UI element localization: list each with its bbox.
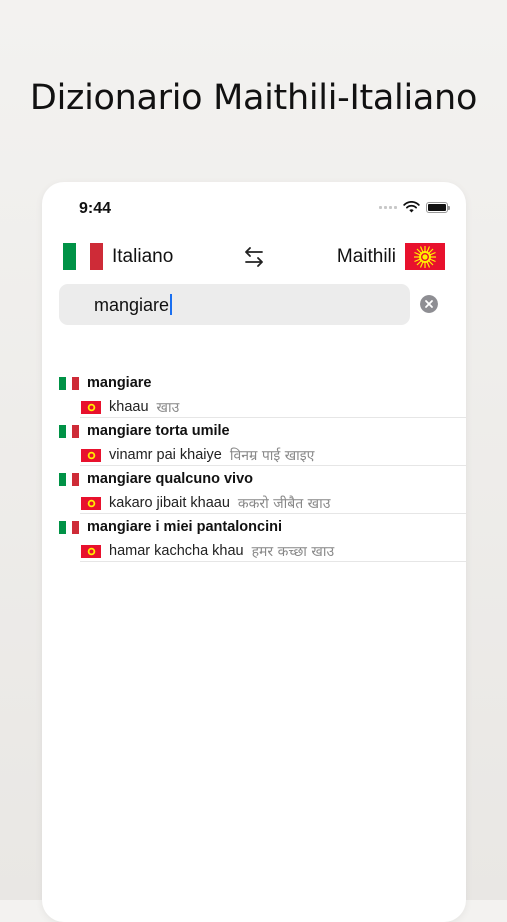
italy-flag-icon [59,520,80,534]
italy-flag-icon [59,376,80,390]
results-list: mangiare khaau खाउ mangiare torta umile … [42,370,466,562]
status-bar: 9:44 [42,182,466,232]
result-item[interactable]: mangiare torta umile vinamr pai khaiye व… [42,418,466,466]
kyrgyzstan-flag-icon [81,544,101,558]
result-native-script: विनम्र पाई खाइए [229,447,315,464]
status-icons [379,201,450,213]
language-selector: Italiano Maithili [42,242,466,272]
result-transliteration: kakaro jibait khaau [109,495,230,511]
kyrgyzstan-flag-icon[interactable] [405,243,445,270]
result-item[interactable]: mangiare qualcuno vivo kakaro jibait kha… [42,466,466,514]
search-value: mangiare [94,295,170,315]
result-transliteration: hamar kachcha khau [109,543,244,559]
italy-flag-icon [59,472,80,486]
source-language-label[interactable]: Italiano [112,246,173,268]
result-term: mangiare i miei pantaloncini [87,519,282,535]
result-term: mangiare torta umile [87,423,230,439]
kyrgyzstan-flag-icon [81,496,101,510]
status-time: 9:44 [79,200,112,217]
search-input-text[interactable]: mangiare [94,294,394,316]
result-native-script: ककरो जीबैत खाउ [237,495,331,512]
cellular-signal-icon [379,205,397,209]
result-transliteration: vinamr pai khaiye [109,447,222,463]
search-field[interactable]: mangiare [59,284,410,325]
swap-languages-icon[interactable] [241,244,267,270]
result-term: mangiare [87,375,152,391]
result-term: mangiare qualcuno vivo [87,471,253,487]
result-transliteration: khaau [109,399,149,415]
kyrgyzstan-flag-icon [81,448,101,462]
result-native-script: हमर कच्छा खाउ [251,543,335,560]
result-native-script: खाउ [156,399,180,416]
clear-search-icon[interactable] [420,295,438,313]
italy-flag-icon [59,424,80,438]
kyrgyzstan-flag-icon [81,400,101,414]
result-item[interactable]: mangiare khaau खाउ [42,370,466,418]
headline: Dizionario Maithili-Italiano [29,78,478,118]
row-divider [80,561,466,562]
battery-icon [426,201,450,213]
wifi-icon [403,201,420,213]
target-language-label[interactable]: Maithili [337,246,396,268]
text-cursor [170,294,173,315]
result-item[interactable]: mangiare i miei pantaloncini hamar kachc… [42,514,466,562]
phone-screen: 9:44 Italiano Maithili mangiare mangiare… [42,182,466,922]
italy-flag-icon[interactable] [63,243,103,270]
